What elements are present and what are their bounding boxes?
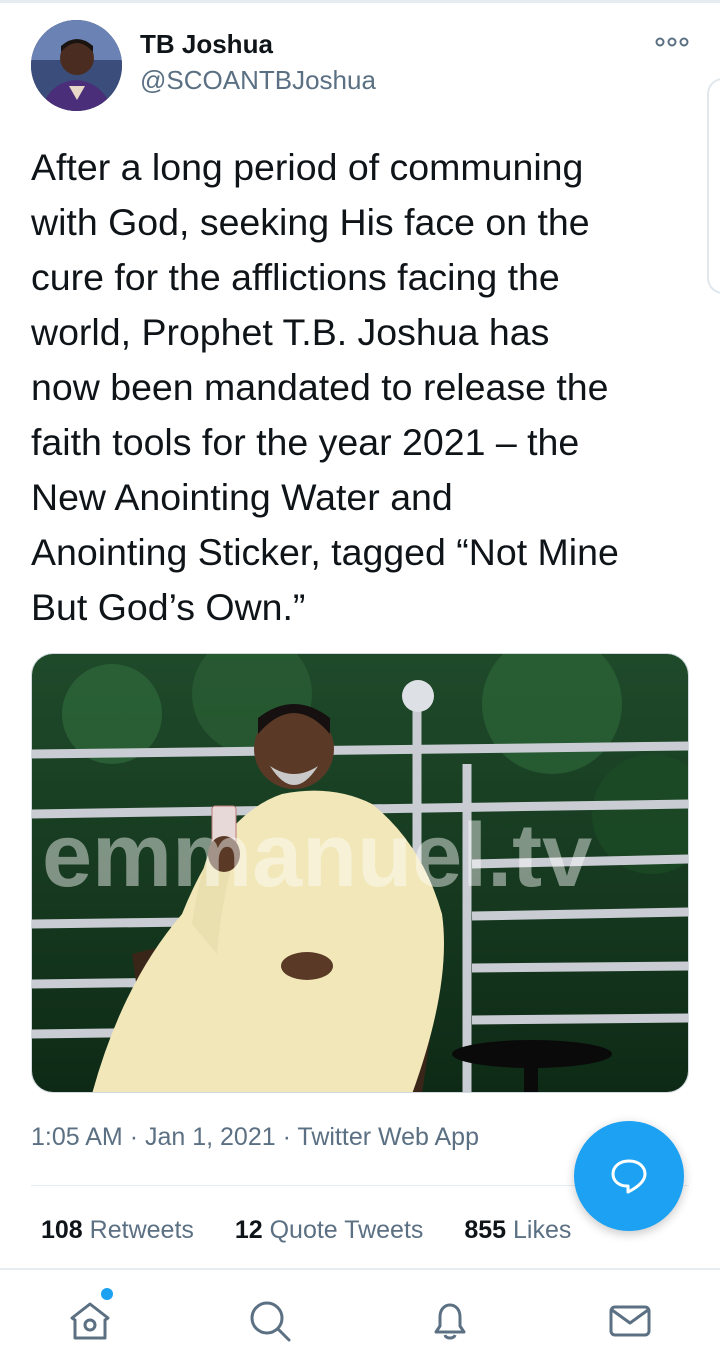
quote-tweets-stat[interactable]: 12 Quote Tweets (235, 1216, 424, 1245)
home-icon (70, 1302, 110, 1340)
retweets-stat[interactable]: 108 Retweets (41, 1216, 194, 1245)
likes-stat[interactable]: 855 Likes (464, 1216, 571, 1245)
tweet-meta: 1:05 AM · Jan 1, 2021 · Twitter Web App (31, 1123, 479, 1152)
tweet-time: 1:05 AM (31, 1123, 123, 1151)
more-horizontal-icon (655, 37, 689, 47)
tweet-date[interactable]: Jan 1, 2021 (145, 1123, 276, 1151)
bottom-navigation (0, 1268, 720, 1368)
tweet-source[interactable]: Twitter Web App (297, 1123, 479, 1151)
compose-reply-button[interactable] (574, 1121, 684, 1231)
meta-separator-1: · (129, 1123, 139, 1151)
side-panel-edge (707, 78, 720, 294)
notifications-bell-icon (434, 1303, 466, 1340)
avatar-image (31, 20, 122, 111)
top-border (0, 0, 720, 3)
tweet-text: After a long period of communing with Go… (31, 146, 619, 628)
photo: emmanuel.tv (32, 654, 688, 1092)
user-name[interactable]: TB Joshua (140, 29, 273, 60)
nav-notifications[interactable] (427, 1298, 473, 1344)
tweet-media-image[interactable]: emmanuel.tv (31, 653, 689, 1093)
retweets-count: 108 (41, 1216, 83, 1244)
nav-search[interactable] (247, 1298, 293, 1344)
search-icon (250, 1301, 291, 1342)
meta-separator-2: · (282, 1123, 291, 1151)
avatar[interactable] (31, 20, 122, 111)
more-options-button[interactable] (654, 30, 690, 54)
retweets-label: Retweets (89, 1216, 194, 1244)
media-watermark: emmanuel.tv (42, 806, 592, 906)
messages-envelope-icon (609, 1305, 651, 1337)
user-handle[interactable]: @SCOANTBJoshua (140, 65, 376, 96)
tweet-stats: 108 Retweets 12 Quote Tweets 855 Likes (41, 1216, 605, 1245)
likes-label: Likes (513, 1216, 572, 1244)
nav-home[interactable] (67, 1298, 113, 1344)
home-notification-dot (101, 1288, 113, 1300)
quote-tweets-count: 12 (234, 1216, 263, 1244)
reply-bubble-icon (611, 1159, 647, 1194)
likes-count: 855 (464, 1216, 507, 1244)
quote-tweets-label: Quote Tweets (269, 1216, 424, 1244)
nav-messages[interactable] (607, 1298, 653, 1344)
